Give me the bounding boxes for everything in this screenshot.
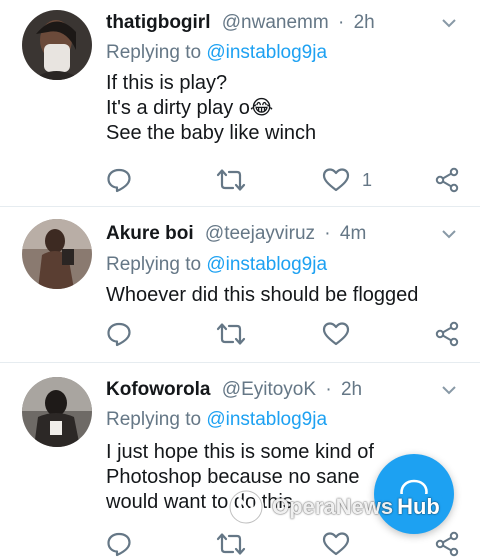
avatar[interactable] xyxy=(22,219,92,289)
reply-icon xyxy=(107,168,131,193)
like-button[interactable] xyxy=(322,319,350,349)
caret-down-icon[interactable] xyxy=(442,229,456,239)
avatar-image xyxy=(22,377,92,447)
watermark-brand: OperaNews xyxy=(272,494,394,519)
like-count: 1 xyxy=(362,169,373,190)
replying-to-label: Replying to xyxy=(106,42,202,63)
separator-dot: · xyxy=(324,223,331,244)
replying-to: Replying to @instablog9ja xyxy=(106,409,327,431)
mention-link[interactable]: @instablog9ja xyxy=(206,254,327,275)
tweet-text: Whoever did this should be flogged xyxy=(106,283,418,308)
replying-to-label: Replying to xyxy=(106,254,202,275)
tweet-text-line: If this is play? xyxy=(106,72,228,94)
user-handle[interactable]: @nwanemm xyxy=(222,12,329,33)
mention-link[interactable]: @instablog9ja xyxy=(206,409,327,430)
caret-down-icon[interactable] xyxy=(442,385,456,395)
watermark-text: OperaNews Hub xyxy=(272,494,443,520)
reply-icon xyxy=(107,532,131,557)
retweet-button[interactable] xyxy=(216,319,246,349)
reply-button[interactable] xyxy=(106,529,132,559)
share-icon xyxy=(435,321,459,347)
tweet[interactable]: thatigbogirl @nwanemm · 2h Replying to @… xyxy=(0,0,480,206)
tweet[interactable]: Akure boi @teejayviruz · 4m Replying to … xyxy=(0,206,480,362)
watermark: OperaNews Hub xyxy=(226,482,476,532)
user-handle[interactable]: @teejayviruz xyxy=(205,223,315,244)
caret-down-icon[interactable] xyxy=(442,18,456,28)
opera-news-logo-icon xyxy=(228,489,264,525)
replying-to: Replying to @instablog9ja xyxy=(106,42,327,64)
mention-link[interactable]: @instablog9ja xyxy=(206,42,327,63)
tweet-actions xyxy=(106,319,460,349)
tweet-text: If this is play? It's a dirty play o😂 Se… xyxy=(106,71,316,146)
reply-button[interactable] xyxy=(106,165,132,195)
like-icon xyxy=(322,168,350,192)
reply-icon xyxy=(107,322,131,347)
like-icon xyxy=(322,322,350,346)
user-handle[interactable]: @EyitoyoK xyxy=(222,379,316,400)
tweet-text-line: Whoever did this should be flogged xyxy=(106,284,419,306)
separator-dot: · xyxy=(325,379,332,400)
share-button[interactable] xyxy=(434,529,460,559)
avatar-image xyxy=(22,219,92,289)
avatar[interactable] xyxy=(22,377,92,447)
tweet-actions: 1 xyxy=(106,165,460,195)
tweet-text-line: It's a dirty play o😂 xyxy=(106,97,274,119)
replying-to: Replying to @instablog9ja xyxy=(106,254,327,276)
like-icon xyxy=(322,532,350,556)
like-button[interactable]: 1 xyxy=(322,165,372,195)
share-button[interactable] xyxy=(434,319,460,349)
replying-to-label: Replying to xyxy=(106,409,202,430)
timestamp[interactable]: 4m xyxy=(340,223,366,244)
retweet-icon xyxy=(216,169,246,191)
display-name[interactable]: thatigbogirl xyxy=(106,12,210,33)
retweet-button[interactable] xyxy=(216,529,246,559)
share-button[interactable] xyxy=(434,165,460,195)
watermark-hub: Hub xyxy=(394,494,443,519)
timestamp[interactable]: 2h xyxy=(354,12,375,33)
tweet-text-line: See the baby like winch xyxy=(106,122,317,144)
tweet-text-line: I just hope this is some kind of xyxy=(106,441,374,463)
share-icon xyxy=(435,531,459,557)
share-icon xyxy=(435,167,459,193)
avatar-image xyxy=(22,10,92,80)
timestamp[interactable]: 2h xyxy=(341,379,362,400)
avatar[interactable] xyxy=(22,10,92,80)
separator-dot: · xyxy=(337,12,345,33)
retweet-icon xyxy=(216,533,246,555)
retweet-icon xyxy=(216,323,246,345)
retweet-button[interactable] xyxy=(216,165,246,195)
reply-button[interactable] xyxy=(106,319,132,349)
display-name[interactable]: Akure boi xyxy=(106,223,194,244)
display-name[interactable]: Kofoworola xyxy=(106,379,211,400)
like-button[interactable] xyxy=(322,529,350,559)
